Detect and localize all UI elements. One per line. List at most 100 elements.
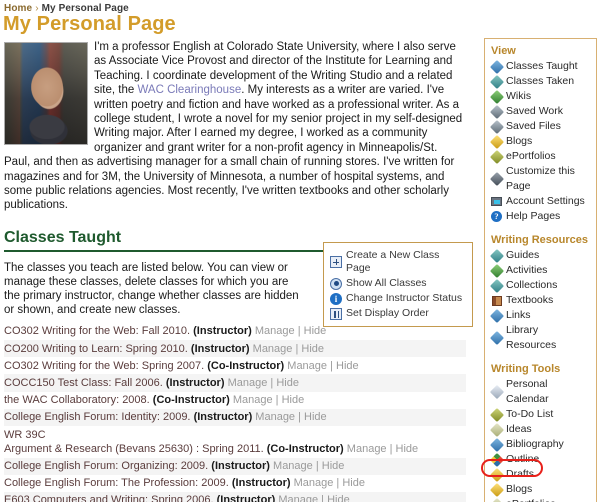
link-separator: |: [272, 394, 282, 407]
class-role: (Instructor): [193, 411, 253, 424]
globe-gem-icon: [489, 330, 504, 346]
sidebar-item-outline[interactable]: Outline: [489, 452, 591, 467]
class-name: CO302 Writing for the Web: Fall 2010.: [4, 325, 191, 338]
link-separator: |: [327, 359, 337, 372]
sidebar-item-blogs[interactable]: Blogs: [489, 482, 591, 497]
class-name: WR 39C Argument & Research (Bevans 25630)…: [4, 428, 264, 455]
sidebar-group-heading: Writing Tools: [491, 363, 561, 375]
sidebar-item-eportfolios[interactable]: ePortfolios: [489, 149, 591, 164]
manage-link[interactable]: Manage: [347, 443, 387, 455]
manage-link[interactable]: Manage: [253, 343, 293, 355]
link-separator: |: [267, 376, 277, 389]
sidebar-item-activities[interactable]: Activities: [489, 263, 591, 278]
order-icon: [330, 307, 342, 320]
manage-link[interactable]: Manage: [273, 460, 313, 472]
link-separator: |: [333, 477, 343, 490]
hide-link[interactable]: Hide: [336, 360, 359, 372]
sidebar-item-classes-taught[interactable]: Classes Taught: [489, 59, 591, 74]
hide-link[interactable]: Hide: [322, 460, 345, 472]
sidebar-item-ideas[interactable]: Ideas: [489, 422, 591, 437]
class-row: College English Forum: Identity: 2009. (…: [4, 408, 466, 427]
sidebar-item-label: Personal Calendar: [506, 378, 549, 405]
class-role: (Instructor): [190, 342, 250, 355]
sidebar-item-bibliography[interactable]: Bibliography: [489, 437, 591, 452]
link-separator: |: [295, 411, 305, 424]
sidebar-item-customize-this-page[interactable]: Customize this Page: [489, 164, 591, 194]
sidebar-item-drafts[interactable]: Drafts: [489, 467, 591, 482]
plus-box-icon: [330, 256, 342, 268]
olive-gem-icon: [489, 149, 504, 164]
sidebar-item-personal-calendar[interactable]: Personal Calendar: [489, 377, 591, 407]
class-action-item[interactable]: Create a New Class Page: [330, 248, 466, 276]
class-role: (Instructor): [216, 494, 276, 502]
sidebar-item-blogs[interactable]: Blogs: [489, 134, 591, 149]
link-separator: |: [318, 494, 328, 502]
sidebar-item-saved-work[interactable]: Saved Work: [489, 104, 591, 119]
sidebar-item-to-do-list[interactable]: To-Do List: [489, 407, 591, 422]
blue-gem-icon: [489, 308, 504, 323]
sidebar-item-collections[interactable]: Collections: [489, 278, 591, 293]
teal-gem-icon: [489, 74, 504, 89]
sidebar-item-links[interactable]: Links: [489, 308, 591, 323]
manage-link[interactable]: Manage: [287, 360, 327, 372]
sidebar-item-account-settings[interactable]: Account Settings: [491, 194, 591, 209]
sidebar-item-library-resources[interactable]: Library Resources: [489, 323, 591, 353]
class-role: (Co-Instructor): [152, 394, 230, 407]
hide-link[interactable]: Hide: [282, 394, 305, 406]
class-row: College English Forum: Organizing: 2009.…: [4, 457, 466, 475]
sidebar-item-textbooks[interactable]: Textbooks: [491, 293, 591, 308]
class-role: (Instructor): [193, 325, 252, 338]
sidebar-item-eportfolios[interactable]: ePortfolios: [489, 497, 591, 502]
hide-link[interactable]: Hide: [301, 343, 324, 355]
sidebar-item-wikis[interactable]: Wikis: [489, 89, 591, 104]
sidebar-item-label: Wikis: [506, 90, 532, 102]
sidebar-item-label: Saved Work: [506, 105, 563, 117]
class-row: COCC150 Test Class: Fall 2006. (Instruct…: [4, 374, 466, 392]
hide-link[interactable]: Hide: [396, 443, 419, 455]
sidebar-item-label: Collections: [506, 279, 558, 291]
class-row: E603 Computers and Writing: Spring 2006.…: [4, 491, 466, 502]
teal-gem-icon: [489, 248, 504, 263]
help-icon: ?: [491, 211, 502, 222]
class-name: CO200 Writing to Learn: Spring 2010.: [4, 342, 188, 355]
sidebar-item-label: Classes Taken: [506, 75, 575, 87]
sidebar-item-label: To-Do List: [506, 408, 554, 420]
manage-link[interactable]: Manage: [255, 325, 295, 337]
radio-icon: [330, 277, 342, 290]
class-action-item[interactable]: Show All Classes: [330, 276, 466, 291]
sidebar-item-label: Guides: [506, 249, 540, 261]
yellow-gem-icon: [489, 467, 504, 482]
class-action-label: Show All Classes: [346, 277, 427, 289]
bio-block: I'm a professor English at Colorado Stat…: [0, 40, 470, 213]
sidebar-item-label: ePortfolios: [506, 150, 556, 162]
class-name: E603 Computers and Writing: Spring 2006.: [4, 494, 214, 502]
sidebar-item-saved-files[interactable]: Saved Files: [489, 119, 591, 134]
sidebar-group-heading: View: [491, 45, 516, 57]
page-root: Home › My Personal Page My Personal Page I…: [0, 0, 600, 502]
hide-link[interactable]: Hide: [327, 494, 350, 502]
classes-taught-intro: The classes you teach are listed below. …: [4, 261, 299, 316]
dark-gem-icon: [489, 171, 504, 187]
pale-gem-icon: [489, 422, 504, 437]
hide-link[interactable]: Hide: [304, 325, 327, 337]
sidebar-item-help-pages[interactable]: ? Help Pages: [491, 209, 591, 224]
sidebar-item-guides[interactable]: Guides: [489, 248, 591, 263]
manage-link[interactable]: Manage: [278, 494, 318, 502]
hide-link[interactable]: Hide: [276, 377, 299, 389]
page-title: My Personal Page: [3, 13, 176, 35]
class-list: CO302 Writing for the Web: Fall 2010. (I…: [4, 323, 466, 502]
manage-link[interactable]: Manage: [255, 411, 295, 423]
class-action-item[interactable]: i Change Instructor Status: [330, 291, 466, 306]
olive-gem-icon: [489, 407, 504, 422]
class-action-item[interactable]: Set Display Order: [330, 306, 466, 321]
yellow-gem-icon: [489, 482, 504, 497]
class-name: COCC150 Test Class: Fall 2006.: [4, 376, 163, 389]
wac-clearinghouse-link[interactable]: WAC Clearinghouse: [137, 84, 241, 96]
manage-link[interactable]: Manage: [228, 377, 268, 389]
sidebar-item-classes-taken[interactable]: Classes Taken: [489, 74, 591, 89]
manage-link[interactable]: Manage: [233, 394, 273, 406]
hide-link[interactable]: Hide: [342, 477, 365, 489]
hide-link[interactable]: Hide: [304, 411, 327, 423]
class-name: College English Forum: Identity: 2009.: [4, 411, 191, 424]
manage-link[interactable]: Manage: [294, 477, 334, 489]
